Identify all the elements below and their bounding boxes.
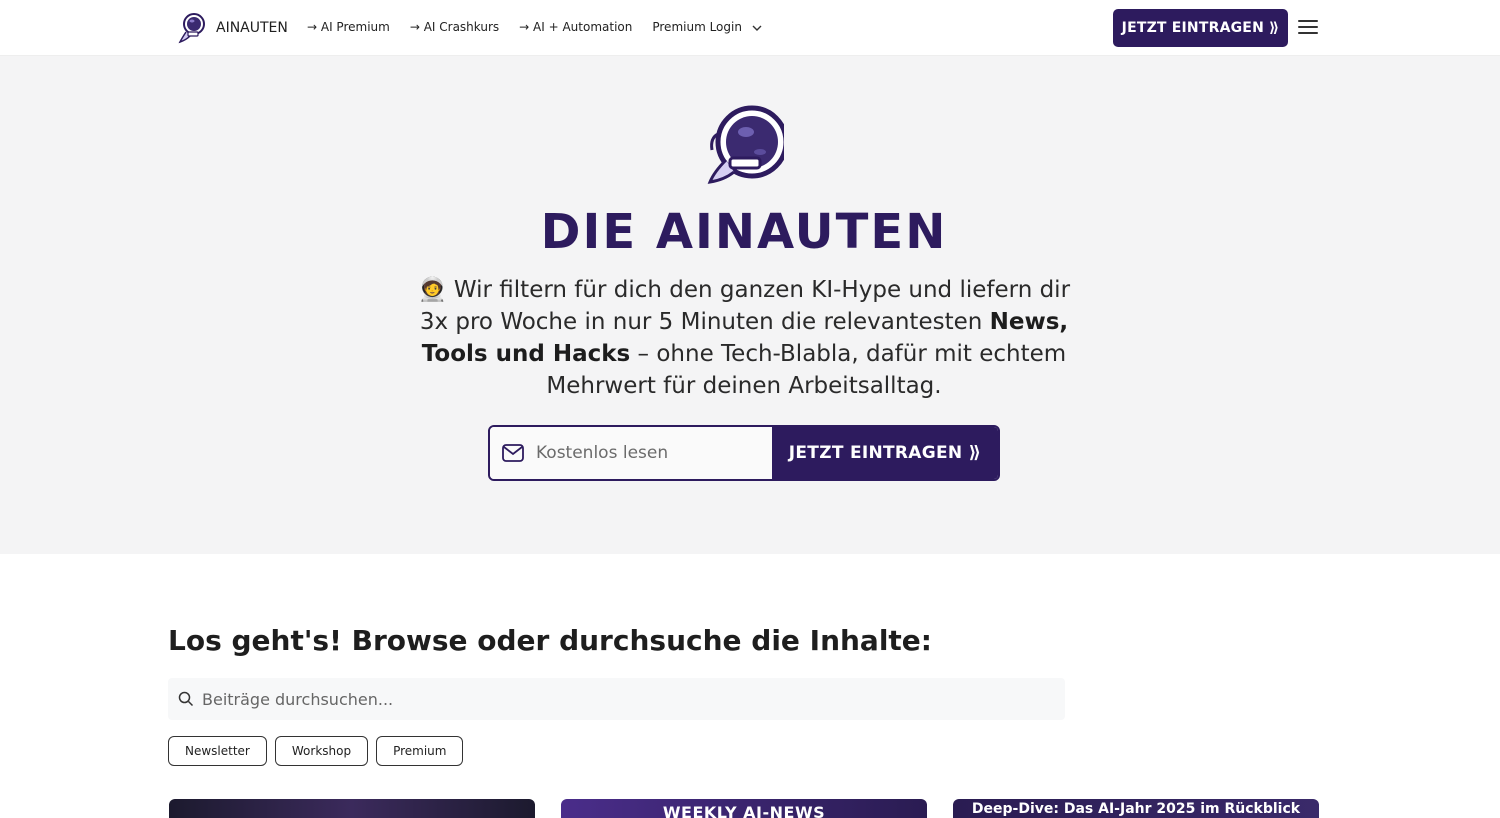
hero-section: DIE AINAUTEN 🧑‍🚀 Wir filtern für dich de… xyxy=(0,56,1500,554)
nav-premium-login-label: Premium Login xyxy=(652,20,742,34)
filter-workshop[interactable]: Workshop xyxy=(274,736,369,766)
brand-name: AINAUTEN xyxy=(216,20,288,36)
nav-premium-login[interactable]: Premium Login xyxy=(652,20,762,34)
post-card-2[interactable]: WEEKLY AI-NEWS xyxy=(561,799,927,818)
filter-chips: Newsletter Workshop Premium xyxy=(168,736,464,766)
email-field[interactable] xyxy=(536,443,756,463)
hero-description: 🧑‍🚀 Wir filtern für dich den ganzen KI-H… xyxy=(404,274,1084,402)
hero-title: DIE AINAUTEN xyxy=(540,204,948,260)
signup-button[interactable]: JETZT EINTRAGEN ⟫ xyxy=(772,427,998,479)
search-bar xyxy=(168,678,1065,720)
brand-link[interactable]: AINAUTEN xyxy=(176,12,288,44)
site-header: AINAUTEN → AI Premium → AI Crashkurs → A… xyxy=(0,0,1500,56)
header-signup-button[interactable]: JETZT EINTRAGEN ⟫ xyxy=(1113,9,1288,47)
post-card-1[interactable] xyxy=(169,799,535,818)
astronaut-hero-icon xyxy=(707,105,784,184)
post-card-caption: Deep-Dive: Das AI-Jahr 2025 im Rückblick xyxy=(971,801,1301,817)
mail-icon xyxy=(502,444,524,462)
filter-newsletter[interactable]: Newsletter xyxy=(168,736,267,766)
filter-premium[interactable]: Premium xyxy=(376,736,464,766)
browse-title: Los geht's! Browse oder durchsuche die I… xyxy=(168,624,932,657)
nav-ai-premium[interactable]: → AI Premium xyxy=(307,20,390,34)
search-icon xyxy=(178,691,194,707)
menu-icon[interactable] xyxy=(1298,20,1318,36)
nav-ai-automation[interactable]: → AI + Automation xyxy=(519,20,632,34)
post-card-caption: WEEKLY AI-NEWS xyxy=(662,803,826,818)
nav-ai-crashkurs[interactable]: → AI Crashkurs xyxy=(410,20,499,34)
hero-text-part1: 🧑‍🚀 Wir filtern für dich den ganzen KI-H… xyxy=(417,277,1071,335)
signup-form: JETZT EINTRAGEN ⟫ xyxy=(488,425,1000,481)
post-card-3[interactable]: Deep-Dive: Das AI-Jahr 2025 im Rückblick xyxy=(953,799,1319,818)
main-nav: → AI Premium → AI Crashkurs → AI + Autom… xyxy=(307,20,762,34)
astronaut-logo-icon xyxy=(178,13,205,44)
email-field-wrapper xyxy=(490,427,772,479)
chevron-down-icon xyxy=(752,25,762,31)
search-input[interactable] xyxy=(202,689,1002,709)
